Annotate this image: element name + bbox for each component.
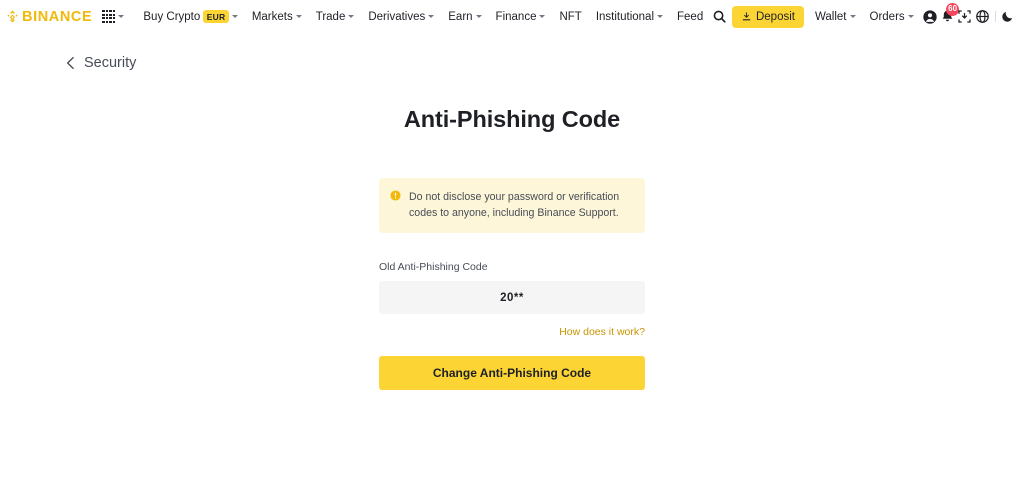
- deposit-label: Deposit: [755, 10, 795, 23]
- chevron-down-icon: [118, 15, 125, 18]
- nav-label: Markets: [251, 10, 293, 23]
- nav-label: Derivatives: [368, 10, 426, 23]
- theme-toggle-button[interactable]: [998, 4, 1016, 30]
- download-app-icon: [958, 10, 972, 23]
- moon-icon: [1001, 11, 1012, 22]
- user-circle-icon: [922, 9, 937, 24]
- language-button[interactable]: [974, 4, 992, 30]
- nav-item-nft[interactable]: NFT: [552, 0, 588, 33]
- chevron-left-icon: [66, 56, 74, 70]
- nav-label: Wallet: [814, 10, 847, 23]
- main-content: Anti-Phishing Code Do not disclose your …: [0, 71, 1024, 391]
- profile-button[interactable]: [921, 4, 939, 30]
- apps-menu-button[interactable]: [102, 9, 125, 24]
- download-app-button[interactable]: [956, 4, 974, 30]
- navbar-divider: [994, 11, 996, 22]
- nav-item-orders[interactable]: Orders: [863, 0, 921, 33]
- warning-circle-icon: [390, 190, 401, 201]
- nav-label: Finance: [495, 10, 537, 23]
- nav-label: Buy Crypto: [143, 10, 201, 23]
- notifications-button[interactable]: 60: [938, 2, 960, 30]
- breadcrumb[interactable]: Security: [0, 33, 136, 71]
- chevron-down-icon: [849, 15, 856, 18]
- nav-item-buy-crypto[interactable]: Buy Crypto EUR: [136, 0, 244, 33]
- nav-label: Earn: [448, 10, 473, 23]
- brand-name: BINANCE: [22, 8, 93, 25]
- breadcrumb-label: Security: [84, 55, 137, 71]
- search-icon: [713, 10, 726, 23]
- chevron-down-icon: [539, 15, 546, 18]
- deposit-button[interactable]: Deposit: [731, 5, 804, 28]
- anti-phishing-card: Do not disclose your password or verific…: [379, 178, 645, 391]
- nav-label: Trade: [315, 10, 346, 23]
- nav-label: Feed: [677, 10, 704, 23]
- chevron-down-icon: [475, 15, 482, 18]
- change-anti-phishing-code-button[interactable]: Change Anti-Phishing Code: [379, 356, 645, 391]
- chevron-down-icon: [428, 15, 435, 18]
- security-warning-text: Do not disclose your password or verific…: [409, 191, 620, 220]
- grid-apps-icon: [102, 9, 116, 24]
- binance-logo[interactable]: BINANCE: [5, 9, 92, 25]
- chevron-down-icon: [907, 15, 914, 18]
- nav-item-derivatives[interactable]: Derivatives: [361, 0, 441, 33]
- nav-item-finance[interactable]: Finance: [489, 0, 553, 33]
- nav-item-wallet[interactable]: Wallet: [808, 0, 863, 33]
- nav-item-earn[interactable]: Earn: [441, 0, 488, 33]
- currency-badge: EUR: [203, 10, 229, 23]
- globe-icon: [976, 10, 990, 23]
- page-title: Anti-Phishing Code: [403, 106, 621, 132]
- how-does-it-work-link[interactable]: How does it work?: [559, 326, 645, 338]
- nav-label: NFT: [559, 10, 582, 23]
- search-button[interactable]: [710, 4, 728, 30]
- chevron-down-icon: [295, 15, 302, 18]
- chevron-down-icon: [657, 15, 664, 18]
- nav-item-feed[interactable]: Feed: [670, 0, 710, 33]
- chevron-down-icon: [348, 15, 355, 18]
- top-navbar: BINANCE Buy Crypto EUR Markets Trade Der…: [0, 0, 1024, 33]
- old-code-label: Old Anti-Phishing Code: [379, 261, 488, 274]
- old-anti-phishing-code-input[interactable]: [379, 281, 645, 315]
- nav-item-institutional[interactable]: Institutional: [589, 0, 670, 33]
- nav-label: Institutional: [595, 10, 655, 23]
- download-icon: [742, 12, 751, 21]
- nav-item-markets[interactable]: Markets: [245, 0, 309, 33]
- chevron-down-icon: [231, 15, 238, 18]
- nav-item-trade[interactable]: Trade: [309, 0, 362, 33]
- binance-logo-icon: [7, 10, 18, 23]
- security-warning-banner: Do not disclose your password or verific…: [379, 178, 645, 234]
- help-row: How does it work?: [379, 326, 645, 338]
- nav-label: Orders: [869, 10, 905, 23]
